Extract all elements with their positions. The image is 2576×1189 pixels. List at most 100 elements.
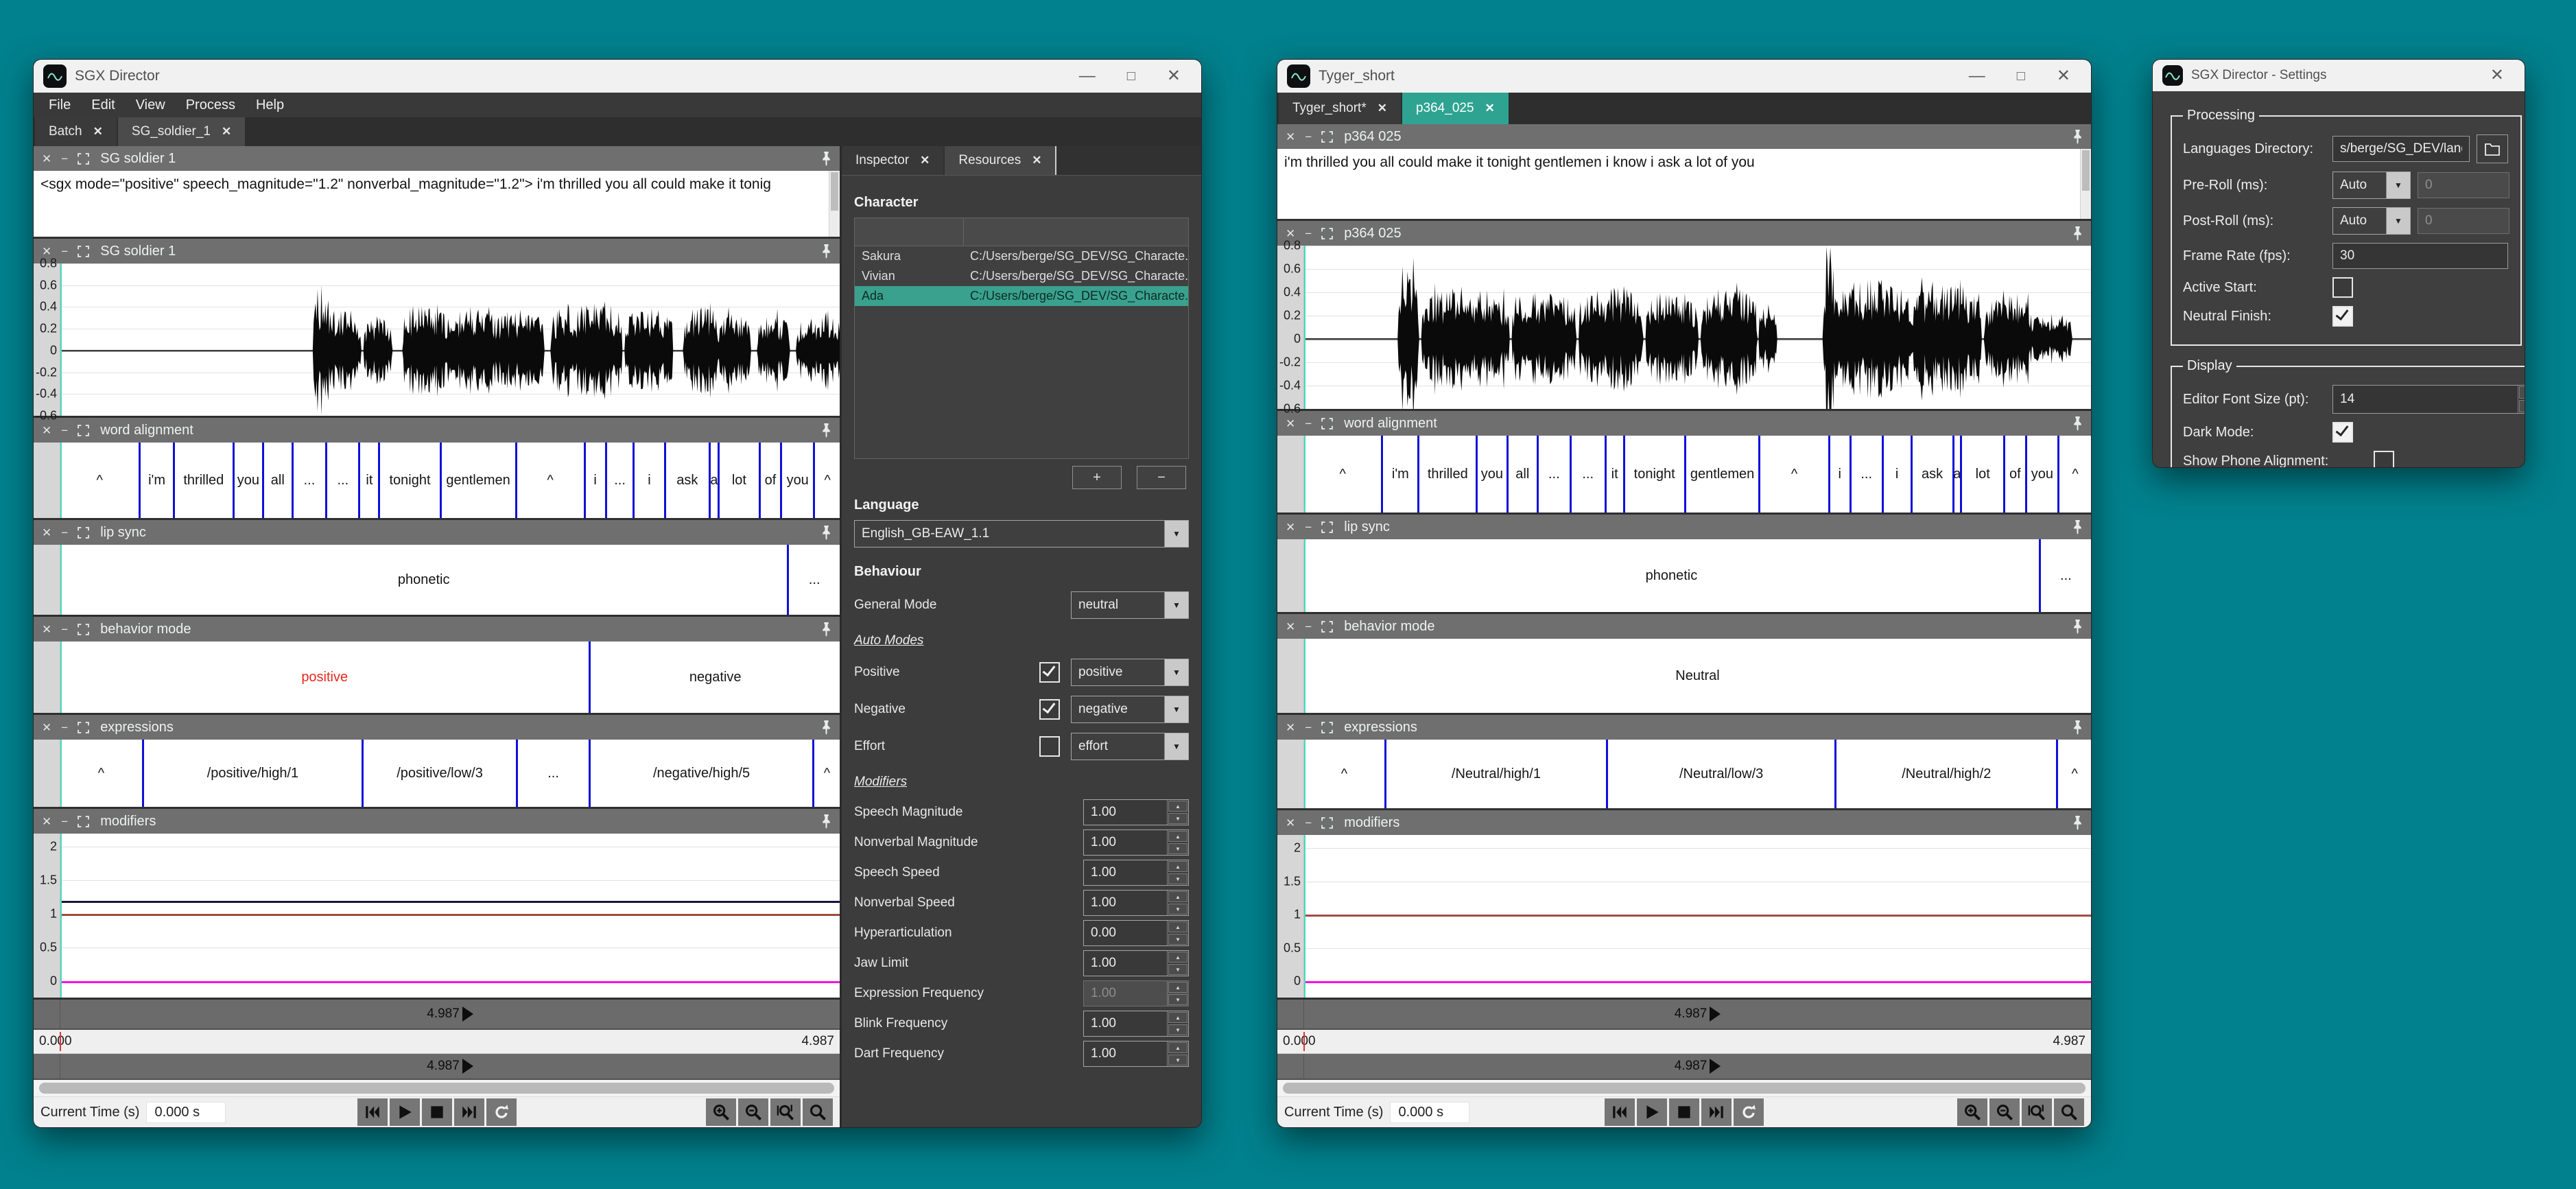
- modifier-curve[interactable]: [60, 914, 840, 916]
- tab-close-icon[interactable]: ✕: [222, 125, 231, 139]
- segment-caret[interactable]: ^: [813, 443, 840, 518]
- float-panel-icon[interactable]: [1321, 621, 1333, 633]
- segment-i[interactable]: i: [1828, 436, 1850, 513]
- chevron-down-icon[interactable]: ▼: [1164, 592, 1188, 618]
- segment-caret[interactable]: ...: [325, 443, 358, 518]
- segment-positive-high-1[interactable]: /positive/high/1: [142, 740, 362, 807]
- segment-it[interactable]: it: [1605, 436, 1623, 513]
- close-panel-icon[interactable]: ✕: [42, 425, 51, 436]
- panel-header[interactable]: ✕ − behavior mode: [1277, 614, 2091, 639]
- segment-negative[interactable]: negative: [589, 641, 840, 713]
- zoom-fit-button[interactable]: [2054, 1098, 2084, 1126]
- segment-you[interactable]: you: [2025, 436, 2058, 513]
- scrollbar-thumb[interactable]: [39, 1083, 834, 1094]
- behavior-mode-track[interactable]: Neutral: [1304, 639, 2091, 713]
- titlebar[interactable]: SGX Director - Settings ✕: [2153, 60, 2525, 91]
- behavior-mode-track[interactable]: positivenegative: [60, 641, 840, 713]
- current-time-value[interactable]: 0.000 s: [1390, 1102, 1469, 1123]
- segment-caret[interactable]: ...: [787, 545, 840, 615]
- modifier-curve[interactable]: [1304, 915, 2091, 917]
- minimize-panel-icon[interactable]: −: [61, 246, 68, 257]
- zoom-fit-button[interactable]: [803, 1098, 833, 1126]
- text-scrollbar-thumb[interactable]: [831, 172, 838, 211]
- waveform-track[interactable]: [60, 263, 840, 416]
- text-scrollbar[interactable]: [2080, 149, 2091, 219]
- pin-icon[interactable]: [821, 526, 831, 540]
- tab-sg-soldier-1[interactable]: SG_soldier_1✕: [118, 117, 245, 146]
- pin-icon[interactable]: [2072, 226, 2083, 241]
- spin-down-icon[interactable]: ▼: [1168, 964, 1187, 975]
- blink-frequency-stepper[interactable]: 1.00▲▼: [1083, 1011, 1189, 1037]
- segment-i[interactable]: i: [1882, 436, 1911, 513]
- segment-negative-high-5[interactable]: /negative/high/5: [589, 740, 812, 807]
- lip-sync-track[interactable]: phonetic...: [60, 545, 840, 615]
- segment-positive-low-3[interactable]: /positive/low/3: [362, 740, 516, 807]
- ruler-playhead[interactable]: [60, 1032, 61, 1051]
- tab-close-icon[interactable]: ✕: [1485, 102, 1495, 115]
- close-panel-icon[interactable]: ✕: [1286, 131, 1295, 143]
- segment-caret[interactable]: ^: [60, 740, 142, 807]
- minimize-panel-icon[interactable]: −: [61, 722, 68, 733]
- close-panel-icon[interactable]: ✕: [1286, 817, 1295, 829]
- timeline-marker-icon[interactable]: [1710, 1006, 1721, 1022]
- close-panel-icon[interactable]: ✕: [42, 722, 51, 733]
- tab-close-icon[interactable]: ✕: [93, 125, 103, 139]
- float-panel-icon[interactable]: [78, 722, 89, 733]
- float-panel-icon[interactable]: [1321, 418, 1333, 429]
- playhead[interactable]: [1304, 436, 1305, 513]
- panel-header[interactable]: ✕ − modifiers: [1277, 810, 2091, 835]
- window-tyger-short[interactable]: Tyger_short — □ ✕ Tyger_short*✕p364_025✕…: [1277, 59, 2092, 1128]
- word-alignment-track[interactable]: ^i'mthrilledyouall......ittonightgentlem…: [60, 443, 840, 518]
- lip-sync-track[interactable]: phonetic...: [1304, 539, 2091, 612]
- float-panel-icon[interactable]: [1321, 131, 1333, 143]
- segment-you[interactable]: you: [780, 443, 813, 518]
- minimize-panel-icon[interactable]: −: [1305, 131, 1312, 143]
- pin-icon[interactable]: [821, 814, 831, 829]
- pin-icon[interactable]: [2072, 130, 2083, 144]
- pin-icon[interactable]: [2072, 416, 2083, 431]
- float-panel-icon[interactable]: [78, 624, 89, 635]
- tab-inspector[interactable]: Inspector ✕: [842, 146, 943, 175]
- panel-header[interactable]: ✕ − word alignment: [1277, 411, 2091, 436]
- float-panel-icon[interactable]: [78, 246, 89, 257]
- segment-gentlemen[interactable]: gentlemen: [1684, 436, 1759, 513]
- tab-close-icon[interactable]: ✕: [920, 154, 930, 167]
- pin-icon[interactable]: [821, 152, 831, 166]
- spin-down-icon[interactable]: ▼: [1168, 904, 1187, 915]
- segment-ask[interactable]: ask: [664, 443, 709, 518]
- speech-magnitude-stepper[interactable]: 1.00▲▼: [1083, 799, 1189, 825]
- dark-mode-checkbox[interactable]: [2332, 422, 2353, 443]
- scrollbar-thumb[interactable]: [1283, 1083, 2085, 1094]
- timeline-overview-bar[interactable]: 4.987: [1277, 1000, 2091, 1030]
- zoom-in-button[interactable]: [706, 1098, 736, 1126]
- languages-directory-field[interactable]: s/berge/SG_DEV/languages: [2332, 136, 2470, 162]
- close-panel-icon[interactable]: ✕: [1286, 722, 1295, 733]
- menu-bar[interactable]: FileEditViewProcessHelp: [34, 93, 1201, 117]
- script-text-editor[interactable]: i'm thrilled you all could make it tonig…: [1277, 149, 2080, 219]
- document-tabs[interactable]: Batch✕SG_soldier_1✕: [34, 117, 1201, 146]
- pin-icon[interactable]: [821, 622, 831, 637]
- spin-up-icon[interactable]: ▲: [1168, 891, 1187, 902]
- titlebar[interactable]: SGX Director — □ ✕: [34, 60, 1201, 93]
- skip-to-end-button[interactable]: [454, 1098, 484, 1126]
- spin-down-icon[interactable]: ▼: [1168, 994, 1187, 1005]
- language-select[interactable]: English_GB-EAW_1.1 ▼: [854, 520, 1189, 548]
- segment-all[interactable]: all: [1506, 436, 1537, 513]
- panel-header[interactable]: ✕ − expressions: [1277, 715, 2091, 740]
- minimize-button[interactable]: —: [1969, 68, 1985, 84]
- segment-it[interactable]: it: [358, 443, 378, 518]
- spin-up-icon[interactable]: ▲: [1168, 982, 1187, 993]
- spin-down-icon[interactable]: ▼: [1168, 934, 1187, 945]
- post-roll-value-field[interactable]: 0: [2418, 208, 2509, 234]
- spin-up-icon[interactable]: ▲: [1168, 921, 1187, 932]
- current-time-value[interactable]: 0.000 s: [146, 1102, 226, 1123]
- speech-speed-stepper[interactable]: 1.00▲▼: [1083, 860, 1189, 886]
- segment-i[interactable]: i: [633, 443, 663, 518]
- minimize-panel-icon[interactable]: −: [61, 527, 68, 539]
- neutral-finish-checkbox[interactable]: [2332, 306, 2353, 327]
- nonverbal-speed-stepper[interactable]: 1.00▲▼: [1083, 890, 1189, 916]
- maximize-button[interactable]: □: [2017, 69, 2025, 83]
- playhead[interactable]: [60, 740, 62, 807]
- timeline-marker-icon[interactable]: [462, 1059, 473, 1074]
- spin-down-icon[interactable]: ▼: [1168, 1055, 1187, 1066]
